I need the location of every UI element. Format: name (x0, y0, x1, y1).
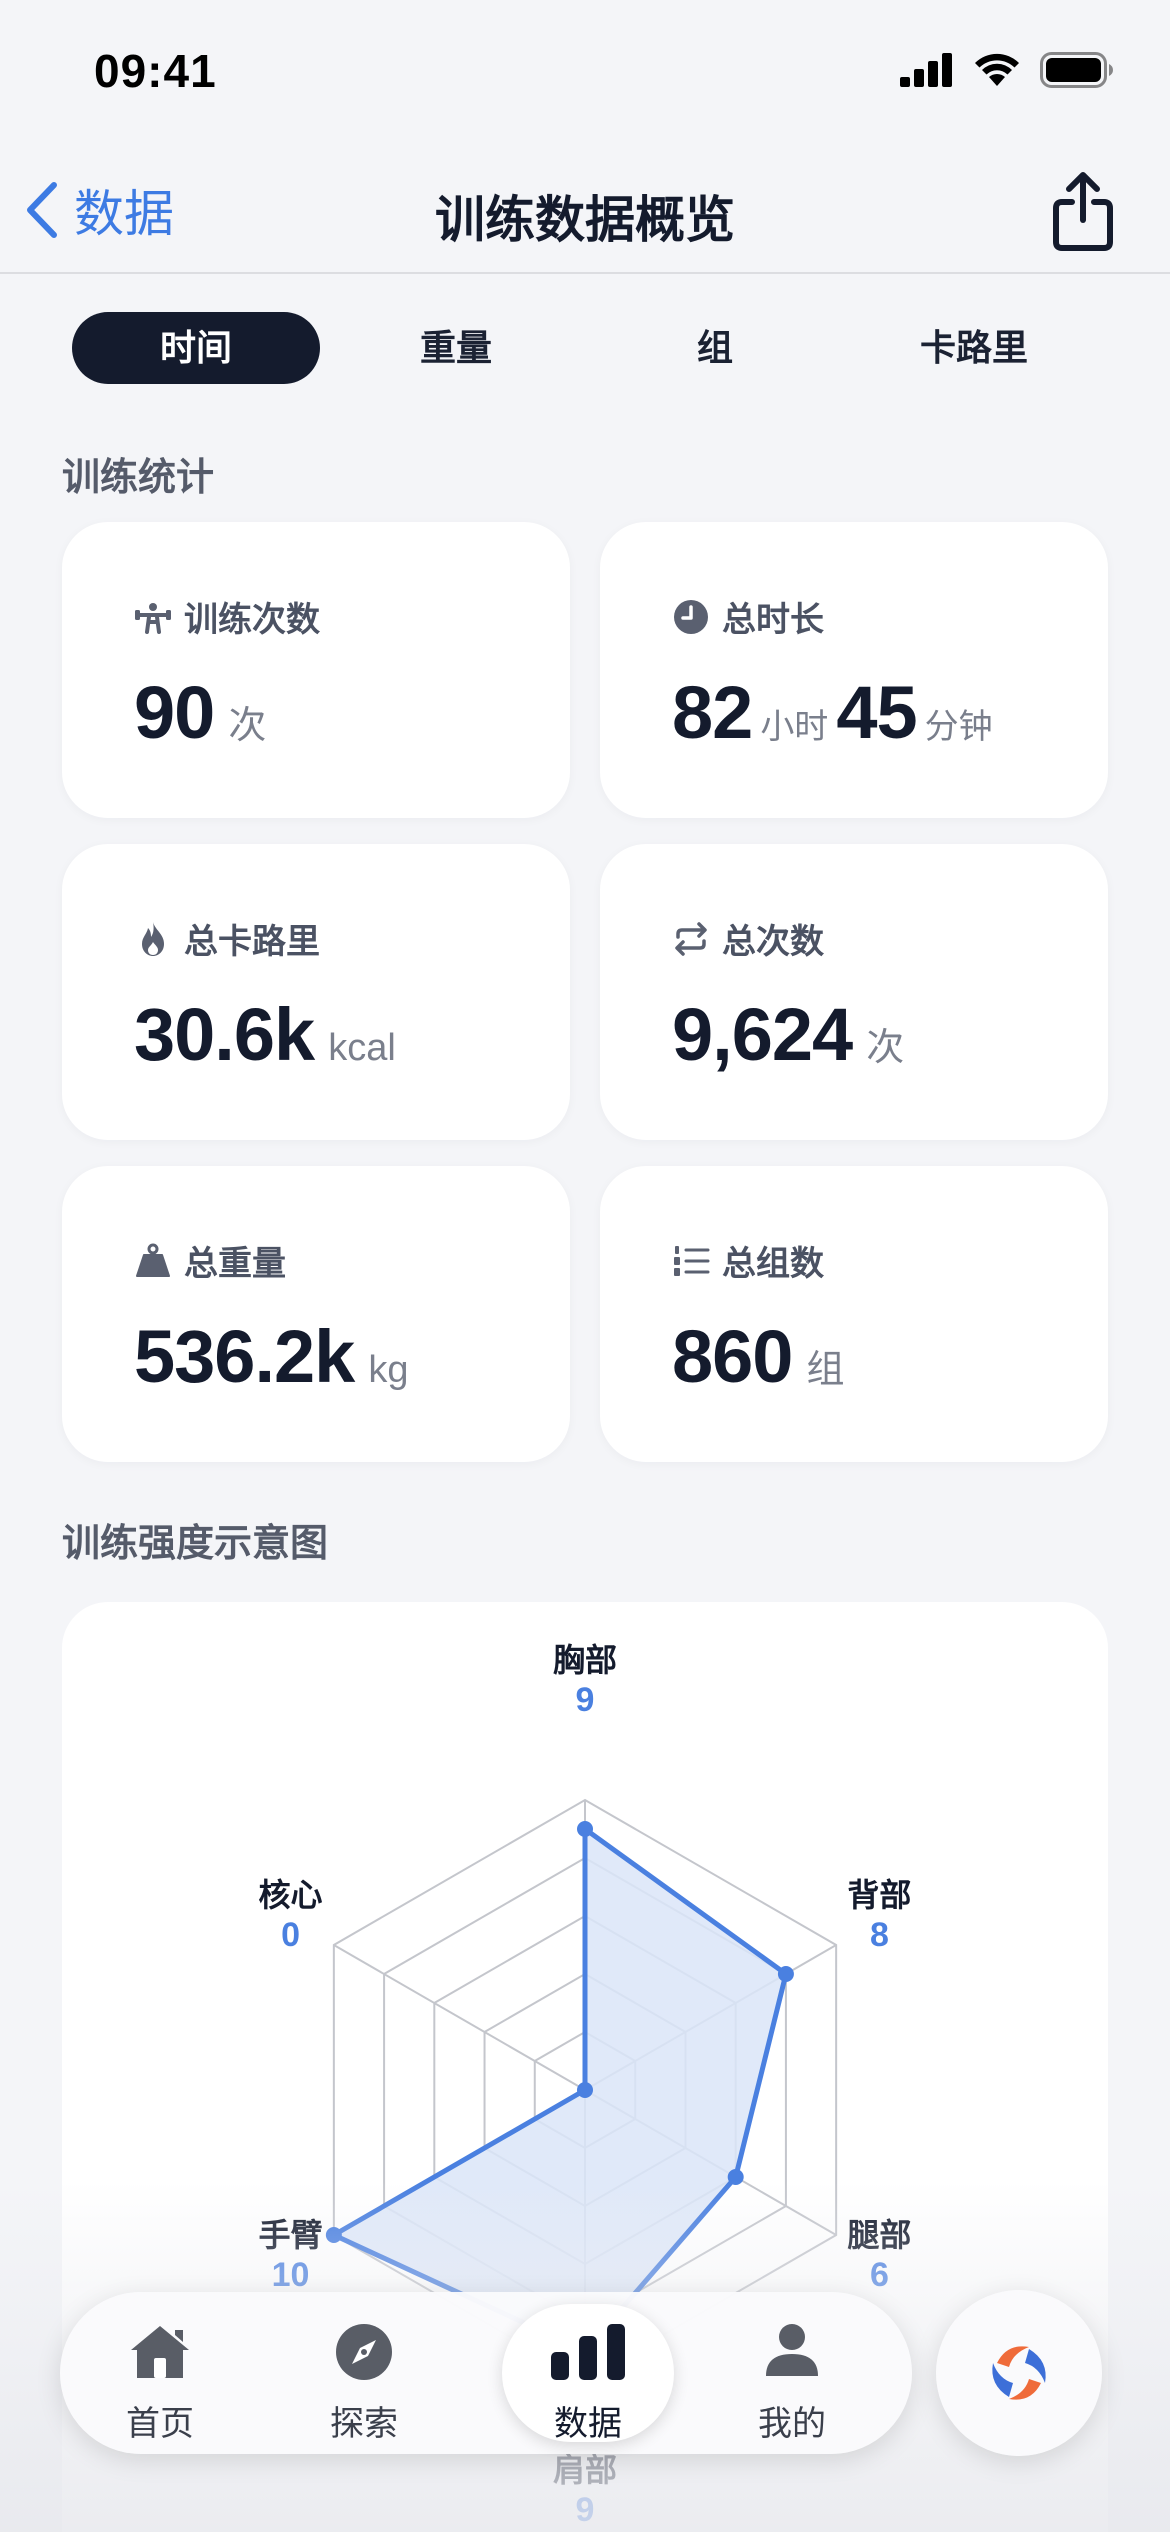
radar-axis-label: 胸部 (552, 1642, 617, 1678)
repeat-icon (675, 921, 707, 956)
stat-card-weight[interactable]: 总重量 536.2k kg (62, 1166, 570, 1462)
tab-label: 探索 (330, 2405, 398, 2443)
stat-unit: kcal (328, 1027, 396, 1069)
stat-value: 9,624 (672, 993, 853, 1076)
stat-value: 30.6k (134, 993, 315, 1076)
cellular-signal-icon (900, 53, 952, 87)
stat-label: 总时长 (722, 601, 824, 639)
radar-axis-value: 0 (281, 1916, 300, 1954)
stat-card-duration[interactable]: 总时长 82 小时 45 分钟 (600, 522, 1108, 818)
stat-card-reps[interactable]: 总次数 9,624 次 (600, 844, 1108, 1140)
stats-section-title: 训练统计 (62, 457, 215, 499)
radar-axis-label: 核心 (258, 1877, 323, 1913)
status-icons (900, 52, 1114, 88)
radar-axis-value: 8 (869, 1916, 889, 1954)
flame-icon (142, 921, 164, 956)
tab-profile[interactable]: 我的 (706, 2304, 878, 2443)
status-bar: 09:41 (0, 0, 1170, 150)
stat-label: 总重量 (184, 1245, 286, 1283)
numbered-list-icon (674, 1245, 710, 1276)
app-logo-icon (992, 2346, 1046, 2400)
stat-value: 536.2k (134, 1315, 355, 1398)
radar-axis-value: 10 (271, 2256, 310, 2294)
stat-value: 860 (672, 1315, 793, 1398)
radar-axis-label: 背部 (847, 1877, 912, 1913)
stat-unit: kg (368, 1349, 409, 1391)
tab-label: 数据 (554, 2405, 622, 2443)
stat-card-sets[interactable]: 总组数 860 组 (600, 1166, 1108, 1462)
wifi-icon (975, 53, 1019, 86)
stat-value-minutes: 45 (836, 671, 917, 754)
segment-weight[interactable]: 重量 (332, 312, 580, 384)
radar-data-point (777, 1966, 794, 1982)
radar-data-point (577, 1821, 593, 1837)
dumbbell-lift-icon (135, 602, 171, 634)
battery-icon (1040, 52, 1113, 88)
radar-axis-value: 6 (869, 2256, 889, 2294)
compass-icon (336, 2324, 392, 2380)
stat-unit-hours: 小时 (760, 708, 829, 746)
tab-bar: 首页 探索 数据 我的 (60, 2292, 912, 2454)
tab-data[interactable]: 数据 (502, 2304, 674, 2443)
radar-axis-value: 9 (575, 1681, 595, 1719)
radar-data-area (331, 1826, 789, 2354)
stat-unit: 组 (806, 1349, 845, 1391)
navigation-bar: 数据 训练数据概览 (0, 150, 1170, 274)
radar-section-title: 训练强度示意图 (62, 1523, 329, 1565)
page-title: 训练数据概览 (435, 192, 735, 248)
stat-card-calories[interactable]: 总卡路里 30.6k kcal (62, 844, 570, 1140)
metric-segmented-control: 时间 重量 组 卡路里 (72, 312, 1112, 384)
house-icon (131, 2326, 189, 2378)
status-time: 09:41 (94, 45, 217, 97)
radar-axis-value: 9 (575, 2491, 595, 2529)
stat-label: 训练次数 (184, 601, 320, 639)
tab-explore[interactable]: 探索 (278, 2304, 450, 2443)
tab-label: 我的 (758, 2405, 826, 2443)
radar-data-point (727, 2169, 744, 2185)
app-logo-button[interactable] (936, 2290, 1102, 2456)
stat-unit: 次 (866, 1027, 905, 1069)
radar-axis-label: 腿部 (847, 2217, 912, 2253)
segment-time[interactable]: 时间 (72, 312, 320, 384)
segment-calories[interactable]: 卡路里 (850, 312, 1098, 384)
person-icon (766, 2324, 818, 2376)
stat-value-hours: 82 (672, 671, 753, 754)
radar-axis-label: 手臂 (258, 2217, 323, 2253)
stat-label: 总卡路里 (184, 923, 320, 961)
stat-card-sessions[interactable]: 训练次数 90 次 (62, 522, 570, 818)
clock-icon (674, 599, 708, 634)
bar-chart-icon (551, 2324, 625, 2380)
stat-value: 90 (134, 671, 215, 754)
radar-data-point (577, 2082, 593, 2098)
stat-unit: 次 (228, 705, 267, 747)
tab-label: 首页 (126, 2405, 194, 2443)
share-icon (1053, 172, 1113, 251)
stat-unit-minutes: 分钟 (924, 708, 993, 746)
share-button[interactable] (1048, 170, 1118, 254)
stat-label: 总次数 (722, 923, 824, 961)
stat-label: 总组数 (722, 1245, 824, 1283)
segment-sets[interactable]: 组 (591, 312, 839, 384)
tab-home[interactable]: 首页 (74, 2304, 246, 2443)
radar-spoke (333, 1944, 586, 2091)
weight-icon (136, 1243, 170, 1277)
